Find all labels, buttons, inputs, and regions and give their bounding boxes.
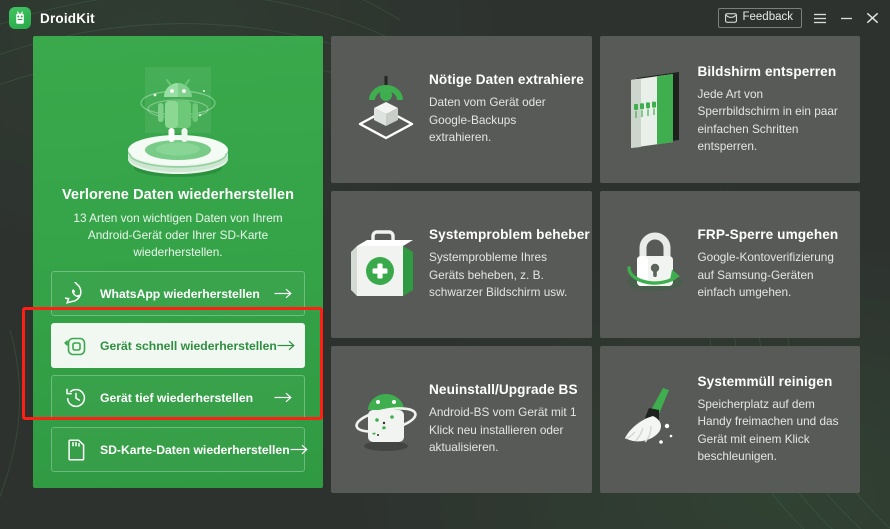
card-text: FRP-Sperre umgehen Google-Kontoverifizie… <box>698 227 847 301</box>
feature-card-grid: Nötige Daten extrahiere Daten vom Gerät … <box>331 36 860 493</box>
card-title: Bildshirm entsperren <box>697 63 837 79</box>
hamburger-menu-icon[interactable] <box>812 9 828 27</box>
card-title: Nötige Daten extrahiere <box>429 72 584 88</box>
card-frp-bypass[interactable]: FRP-Sperre umgehen Google-Kontoverifizie… <box>599 191 860 338</box>
page-title: Verlorene Daten wiederherstellen <box>61 186 295 203</box>
card-description: Systemprobleme Ihres Geräts beheben, z. … <box>429 250 568 300</box>
arrow-right-icon <box>274 392 292 403</box>
card-reinstall-upgrade-os[interactable]: Neuinstall/Upgrade BS Android-BS vom Ger… <box>331 346 592 493</box>
card-text: Bildshirm entsperren Jede Art von Sperrb… <box>698 64 847 156</box>
card-description: Jede Art von Sperrbildschirm in ein paar… <box>697 86 838 153</box>
arrow-right-icon <box>277 340 295 351</box>
arrow-right-icon <box>274 288 292 299</box>
card-text: Systemproblem beheber Systemprobleme Ihr… <box>429 227 590 301</box>
droidkit-window: DroidKit Feedback Verlorene Daten wieder… <box>0 0 890 529</box>
data-recovery-panel: Verlorene Daten wiederherstellen 13 Arte… <box>33 36 323 488</box>
card-text: Systemmüll reinigen Speicherplatz auf de… <box>698 374 847 466</box>
data-extractor-cube-icon <box>343 70 429 150</box>
arrow-right-icon <box>290 444 308 455</box>
card-description: Speicherplatz auf dem Handy freimachen u… <box>697 396 839 463</box>
deep-recovery-clock-icon <box>63 385 89 411</box>
sidebar-item-sd-card-recovery[interactable]: SD-Karte-Daten wiederherstellen <box>51 427 308 472</box>
quick-device-recovery-icon <box>63 333 89 359</box>
card-clean-system-junk[interactable]: Systemmüll reinigen Speicherplatz auf de… <box>599 346 860 493</box>
sidebar-item-label: SD-Karte-Daten wiederherstellen <box>100 442 290 457</box>
recovery-options-list: WhatsApp wiederherstellen Gerät schnell … <box>51 271 308 472</box>
envelope-icon <box>725 13 738 23</box>
card-title: Neuinstall/Upgrade BS <box>429 382 578 398</box>
card-description: Google-Kontoverifizierung auf Samsung-Ge… <box>697 250 834 300</box>
feedback-label: Feedback <box>742 11 793 24</box>
title-bar-controls: Feedback <box>718 8 880 28</box>
card-text: Nötige Daten extrahiere Daten vom Gerät … <box>429 72 584 146</box>
android-robot-on-pedestal-icon <box>51 52 305 185</box>
card-title: Systemproblem beheber <box>429 227 590 243</box>
sidebar-item-label: Gerät schnell wiederherstellen <box>100 338 277 353</box>
page-subtitle: 13 Arten von wichtigen Daten von Ihrem A… <box>73 210 283 259</box>
toolbox-repair-icon <box>343 224 429 306</box>
sd-card-icon <box>63 437 89 463</box>
card-unlock-screen[interactable]: Bildshirm entsperren Jede Art von Sperrb… <box>599 36 860 183</box>
feedback-button[interactable]: Feedback <box>718 8 802 28</box>
minimize-icon[interactable] <box>838 9 854 27</box>
card-system-repair[interactable]: Systemproblem beheber Systemprobleme Ihr… <box>331 191 592 338</box>
unlock-screen-icon <box>612 68 698 152</box>
card-data-extractor[interactable]: Nötige Daten extrahiere Daten vom Gerät … <box>331 36 592 183</box>
droidkit-logo-icon <box>9 7 31 29</box>
main-content: Verlorene Daten wiederherstellen 13 Arte… <box>0 36 890 493</box>
card-text: Neuinstall/Upgrade BS Android-BS vom Ger… <box>429 382 578 456</box>
android-os-reinstall-icon <box>343 380 429 460</box>
app-title: DroidKit <box>40 10 95 26</box>
sidebar-item-whatsapp-recovery[interactable]: WhatsApp wiederherstellen <box>51 271 305 316</box>
sidebar-item-label: WhatsApp wiederherstellen <box>100 286 260 301</box>
padlock-bypass-icon <box>612 224 698 306</box>
sidebar-item-quick-device-recovery[interactable]: Gerät schnell wiederherstellen <box>51 323 305 368</box>
title-bar: DroidKit Feedback <box>0 0 890 36</box>
card-description: Daten vom Gerät oder Google-Backups extr… <box>429 95 546 145</box>
card-description: Android-BS vom Gerät mit 1 Klick neu ins… <box>429 405 577 455</box>
card-title: Systemmüll reinigen <box>697 373 833 389</box>
sidebar-item-deep-device-recovery[interactable]: Gerät tief wiederherstellen <box>51 375 305 420</box>
broom-clean-icon <box>612 380 698 460</box>
sidebar-item-label: Gerät tief wiederherstellen <box>100 390 254 405</box>
close-icon[interactable] <box>864 9 880 27</box>
card-title: FRP-Sperre umgehen <box>697 227 839 243</box>
whatsapp-icon <box>63 281 89 307</box>
